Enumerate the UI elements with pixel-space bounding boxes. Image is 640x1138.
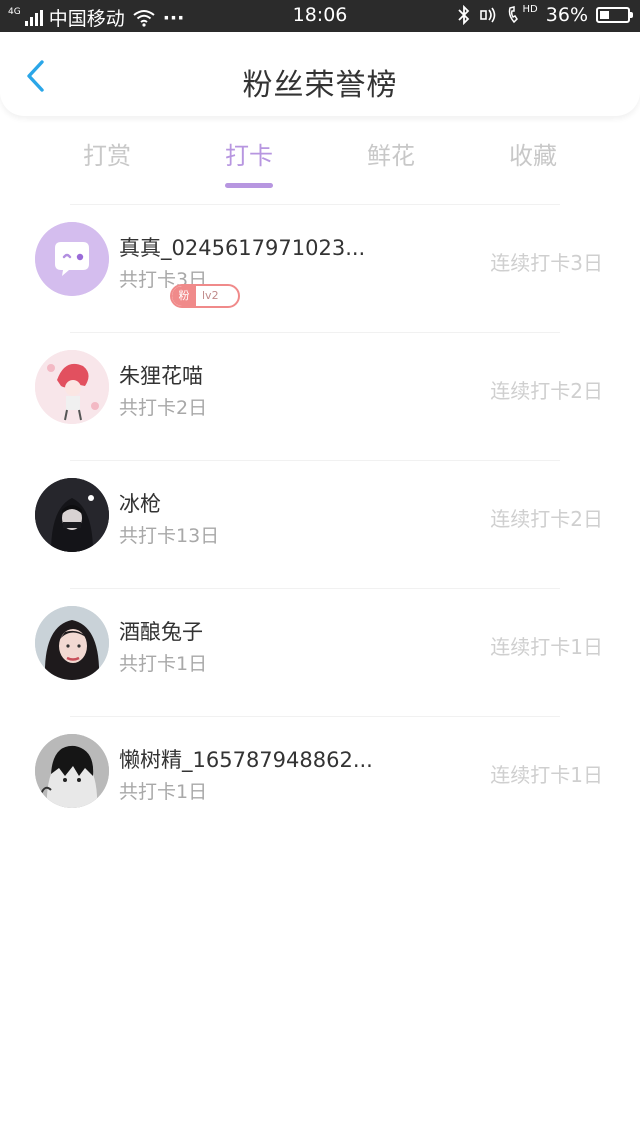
fan-row[interactable]: 懒树精_165787948862... 共打卡1日 连续打卡1日 <box>0 716 640 844</box>
chat-bubble-icon <box>35 222 109 296</box>
tab-label: 打赏 <box>83 142 131 170</box>
fan-list: 真真_0245617971023... 共打卡3日 连续打卡3日 朱狸花喵 共打… <box>0 204 640 844</box>
bluetooth-icon <box>457 5 469 25</box>
total-checkins: 共打卡1日 <box>119 653 208 675</box>
fan-name: 冰枪 <box>119 492 161 516</box>
sketch-boy-icon <box>35 734 109 808</box>
avatar[interactable] <box>35 606 109 680</box>
row-divider <box>70 204 560 205</box>
fan-name: 真真_0245617971023... <box>119 236 366 260</box>
fan-name: 朱狸花喵 <box>119 364 203 388</box>
tab-label: 收藏 <box>509 142 557 170</box>
fan-badge-tag: 粉 <box>172 286 196 306</box>
fan-level-badge: 粉 lv2 <box>170 284 240 308</box>
row-divider <box>70 716 560 717</box>
total-checkins: 共打卡1日 <box>119 781 208 803</box>
battery-percent: 36% <box>545 4 588 26</box>
streak-checkins: 连续打卡2日 <box>490 379 603 403</box>
streak-checkins: 连续打卡1日 <box>490 763 603 787</box>
tab-label: 鲜花 <box>367 142 415 170</box>
avatar[interactable] <box>35 734 109 808</box>
row-divider <box>70 460 560 461</box>
portrait-woman-icon <box>35 606 109 680</box>
battery-fill <box>600 11 609 19</box>
fan-row[interactable]: 真真_0245617971023... 共打卡3日 连续打卡3日 <box>0 204 640 332</box>
fan-row[interactable]: 冰枪 共打卡13日 连续打卡2日 <box>0 460 640 588</box>
page-title: 粉丝荣誉榜 <box>242 68 398 103</box>
battery-icon <box>596 7 633 23</box>
fan-row[interactable]: 朱狸花喵 共打卡2日 连续打卡2日 <box>0 332 640 460</box>
tab-checkin[interactable]: 打卡 <box>199 136 299 188</box>
tab-favorites[interactable]: 收藏 <box>483 136 583 171</box>
fan-name: 懒树精_165787948862... <box>119 748 373 772</box>
tab-flowers[interactable]: 鲜花 <box>341 136 441 171</box>
fan-row[interactable]: 酒酿兔子 共打卡1日 连续打卡1日 <box>0 588 640 716</box>
tab-reward[interactable]: 打赏 <box>57 136 157 171</box>
status-right: HD 36% <box>457 3 633 26</box>
status-bar: 4G 中国移动 ··· 18:06 HD 36% <box>0 0 640 32</box>
tab-label: 打卡 <box>225 142 273 170</box>
nav-header: 粉丝荣誉榜 <box>0 32 640 116</box>
volte-icon: HD <box>507 3 538 24</box>
hooded-figure-icon <box>35 478 109 552</box>
avatar[interactable] <box>35 222 109 296</box>
row-divider <box>70 332 560 333</box>
streak-checkins: 连续打卡1日 <box>490 635 603 659</box>
row-divider <box>70 588 560 589</box>
total-checkins: 共打卡13日 <box>119 525 220 547</box>
streak-checkins: 连续打卡3日 <box>490 251 603 275</box>
avatar[interactable] <box>35 350 109 424</box>
streak-checkins: 连续打卡2日 <box>490 507 603 531</box>
fan-badge-level: lv2 <box>202 289 219 302</box>
fan-name: 酒酿兔子 <box>119 620 203 644</box>
nfc-icon <box>479 7 495 23</box>
total-checkins: 共打卡2日 <box>119 397 208 419</box>
tab-bar: 打赏 打卡 鲜花 收藏 <box>0 130 640 190</box>
anime-girl-icon <box>35 350 109 424</box>
volte-label: HD <box>522 3 538 15</box>
active-tab-indicator <box>225 183 273 188</box>
avatar[interactable] <box>35 478 109 552</box>
